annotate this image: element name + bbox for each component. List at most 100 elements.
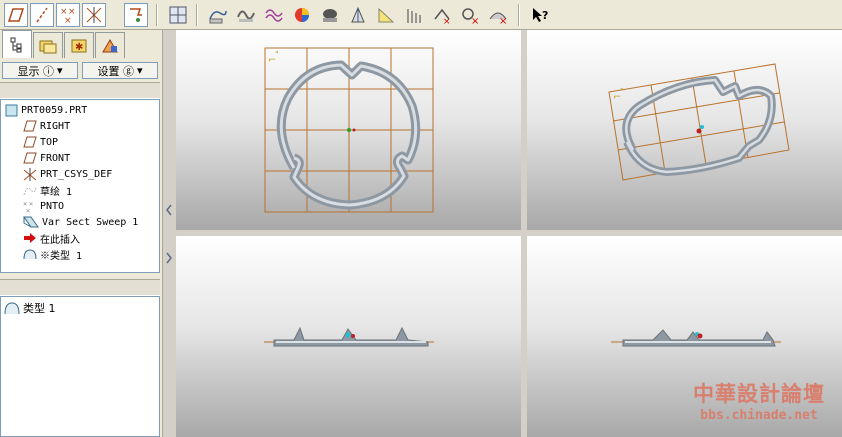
csys-marker: ⌐ "	[613, 87, 624, 103]
draft-icon[interactable]	[346, 3, 370, 27]
origin-point	[697, 333, 703, 339]
svg-text:×: ×	[443, 17, 451, 25]
svg-text:×: ×	[26, 207, 30, 213]
toolbar-separator	[196, 4, 198, 26]
svg-text:?: ?	[542, 9, 548, 22]
main-toolbar: × × × × × × ?	[0, 0, 842, 30]
tree-item-label: PRT0059.PRT	[21, 104, 88, 116]
tab-model-tree[interactable]	[2, 30, 32, 58]
datum-plane-icon	[23, 120, 37, 132]
datum-point-toggle-icon[interactable]: × × ×	[56, 3, 80, 27]
svg-text:": "	[620, 87, 624, 96]
csys-icon	[23, 167, 37, 181]
origin-point	[352, 128, 356, 132]
tree-item-point[interactable]: × × × PNTO	[23, 198, 64, 214]
svg-text:×: ×	[499, 16, 507, 25]
origin-point	[347, 128, 351, 132]
tree-item-label: ※类型 1	[40, 250, 83, 262]
chevron-down-icon: ▾	[56, 64, 63, 77]
watermark: 中華設計論壇 bbs.chinade.net	[684, 378, 834, 428]
show-menu-label: 显示 ⓘ	[17, 64, 54, 78]
tab-favorites[interactable]: ✱	[64, 32, 94, 58]
tree-item-label: PRT_CSYS_DEF	[40, 168, 113, 180]
model-tree: PRT0059.PRT RIGHT TOP FRONT PRT_CSYS_DEF…	[0, 99, 160, 273]
tree-item-root[interactable]: PRT0059.PRT	[5, 102, 87, 118]
datum-point-icon: × ××	[23, 200, 33, 213]
tree-item-top[interactable]: TOP	[23, 134, 58, 150]
tree-header-strip	[0, 82, 160, 99]
favorites-icon: ✱	[71, 39, 87, 53]
curve-icon[interactable]	[262, 3, 286, 27]
watermark-url: bbs.chinade.net	[700, 408, 818, 423]
toolbar-separator	[156, 4, 158, 26]
tab-connections[interactable]	[95, 32, 125, 58]
sketch-icon	[23, 186, 37, 196]
datum-axis-toggle-icon[interactable]	[30, 3, 54, 27]
analysis-icon[interactable]: ×	[458, 3, 482, 27]
tree-item-sweep[interactable]: Var Sect Sweep 1	[23, 214, 138, 230]
tree-item-label: Var Sect Sweep 1	[42, 216, 139, 228]
show-menu-button[interactable]: 显示 ⓘ ▾	[2, 62, 78, 79]
origin-point	[351, 334, 355, 338]
svg-text:×: ×	[64, 16, 72, 25]
view-manager-icon[interactable]	[166, 3, 190, 27]
collapse-left-icon[interactable]	[164, 200, 174, 220]
tree-item-quilt[interactable]: ※类型 1	[23, 246, 82, 262]
layer-item[interactable]: 类型 1	[4, 300, 56, 316]
expand-right-icon[interactable]	[164, 248, 174, 268]
viewport-isometric[interactable]: ⌐ "	[527, 30, 842, 230]
origin-point	[696, 128, 702, 134]
svg-text:": "	[275, 50, 279, 59]
ruler-icon[interactable]	[374, 3, 398, 27]
viewport-front[interactable]: ⌐ "	[176, 30, 521, 230]
tree-item-label: 草绘 1	[40, 186, 73, 198]
surface-icon	[23, 249, 37, 260]
datum-plane-icon	[23, 152, 37, 164]
model-tree-panel: ✱ 显示 ⓘ ▾ 设置 ⓖ ▾ PRT0059.PRT RIGHT TOP FR…	[0, 30, 162, 437]
style-icon[interactable]	[234, 3, 258, 27]
layer-list: 类型 1	[0, 296, 160, 437]
tree-item-insert-here[interactable]: 在此插入	[23, 230, 80, 246]
csys-toggle-icon[interactable]	[82, 3, 106, 27]
sketch-icon[interactable]	[206, 3, 230, 27]
surface-icon	[4, 302, 20, 315]
viewport-top[interactable]	[176, 236, 521, 437]
tree-item-label: FRONT	[40, 152, 71, 164]
folder-icon	[39, 40, 57, 53]
tree-item-csys[interactable]: PRT_CSYS_DEF	[23, 166, 112, 182]
watermark-title: 中華設計論壇	[693, 381, 825, 406]
panel-splitter[interactable]	[162, 30, 174, 437]
shading-icon[interactable]	[318, 3, 342, 27]
whats-this-icon[interactable]: ?	[528, 3, 552, 27]
sweep-icon	[23, 216, 39, 228]
tree-item-label: PNTO	[40, 200, 65, 212]
tree-item-label: TOP	[40, 136, 59, 148]
datum-plane-toggle-icon[interactable]	[4, 3, 28, 27]
csys-marker: ⌐ "	[268, 50, 279, 66]
svg-text:×: ×	[471, 16, 479, 25]
appearance-icon[interactable]	[290, 3, 314, 27]
part-icon	[5, 104, 18, 116]
surface-analysis-icon[interactable]: ×	[486, 3, 510, 27]
annotation-toggle-icon[interactable]	[124, 3, 148, 27]
datum-plane-icon	[23, 136, 37, 148]
toolbar-separator	[518, 4, 520, 26]
tree-item-label: 在此插入	[40, 234, 80, 246]
tab-folder-browser[interactable]	[33, 32, 63, 58]
layer-item-label: 类型 1	[23, 302, 56, 315]
tree-item-sketch[interactable]: 草绘 1	[23, 182, 72, 198]
settings-menu-label: 设置 ⓖ	[97, 64, 134, 78]
tree-item-label: RIGHT	[40, 120, 71, 132]
insert-arrow-icon	[24, 233, 36, 243]
cross-section-icon[interactable]	[402, 3, 426, 27]
origin-point	[700, 125, 704, 129]
layer-header-strip	[0, 279, 160, 296]
tree-item-right[interactable]: RIGHT	[23, 118, 70, 134]
ring-model	[276, 60, 421, 210]
chevron-down-icon: ▾	[136, 64, 143, 77]
origin-point	[345, 332, 351, 338]
model-tree-icon	[10, 37, 22, 52]
measure-icon[interactable]: ×	[430, 3, 454, 27]
settings-menu-button[interactable]: 设置 ⓖ ▾	[82, 62, 158, 79]
tree-item-front[interactable]: FRONT	[23, 150, 70, 166]
